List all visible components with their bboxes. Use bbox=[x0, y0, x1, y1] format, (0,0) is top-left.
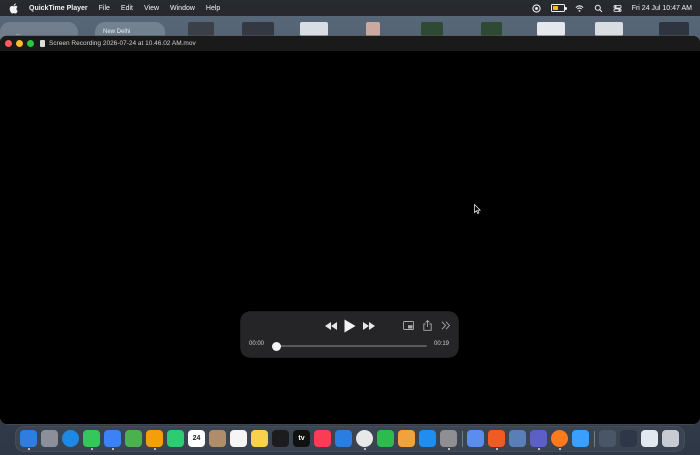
play-button[interactable] bbox=[344, 319, 356, 333]
menu-bar-status: Fri 24 Jul 10:47 AM bbox=[532, 0, 692, 16]
calendar-day-label: 24 bbox=[192, 435, 201, 442]
dock-messages-icon[interactable] bbox=[83, 430, 100, 447]
chevron-right-more-icon[interactable] bbox=[441, 321, 451, 330]
apple-menu-icon[interactable] bbox=[8, 2, 19, 14]
running-indicator-dot bbox=[90, 448, 93, 450]
quicktime-window: Screen Recording 2026-07-24 at 10.46.02 … bbox=[0, 36, 700, 424]
desktop-file-thumbnail[interactable] bbox=[242, 22, 274, 36]
dock-facetime-icon[interactable] bbox=[167, 430, 184, 447]
current-time: 00:00 bbox=[249, 341, 265, 347]
fast-forward-button[interactable] bbox=[363, 322, 375, 330]
dock-safari-icon[interactable] bbox=[62, 430, 79, 447]
dock-teams-icon[interactable] bbox=[530, 430, 547, 447]
dock-xcode-icon[interactable] bbox=[467, 430, 484, 447]
desktop-file-thumbnail[interactable] bbox=[300, 22, 328, 36]
share-icon[interactable] bbox=[423, 320, 432, 331]
mouse-cursor-icon bbox=[474, 204, 481, 214]
dock-numbers-icon[interactable] bbox=[377, 430, 394, 447]
focus-icon[interactable] bbox=[532, 3, 541, 13]
dock-gemini-icon[interactable] bbox=[509, 430, 526, 447]
running-indicator-dot bbox=[153, 448, 156, 450]
dock-separator bbox=[462, 431, 463, 447]
desktop-file-thumbnail[interactable] bbox=[595, 22, 623, 36]
picture-in-picture-icon[interactable] bbox=[403, 321, 414, 330]
menu-view[interactable]: View bbox=[144, 5, 159, 12]
dock-window-thumb-3-icon[interactable] bbox=[641, 430, 658, 447]
dock-firefox-icon[interactable] bbox=[551, 430, 568, 447]
dock-contacts-icon[interactable] bbox=[209, 430, 226, 447]
dock: 24 tv bbox=[16, 427, 684, 451]
desktop-file-thumbnail[interactable] bbox=[421, 22, 443, 36]
running-indicator-dot bbox=[537, 448, 540, 450]
dock-system-settings-icon[interactable] bbox=[440, 430, 457, 447]
menu-edit[interactable]: Edit bbox=[121, 5, 133, 12]
dock-window-thumb-2-icon[interactable] bbox=[620, 430, 637, 447]
dock-keynote-icon[interactable] bbox=[335, 430, 352, 447]
dock-maps-icon[interactable] bbox=[125, 430, 142, 447]
dock-photos-icon[interactable] bbox=[146, 430, 163, 447]
spotlight-search-icon[interactable] bbox=[594, 4, 603, 13]
dock-window-thumb-1-icon[interactable] bbox=[599, 430, 616, 447]
dock-apple-tv-icon[interactable]: tv bbox=[293, 430, 310, 447]
running-indicator-dot bbox=[558, 448, 561, 450]
dock-trash-icon[interactable] bbox=[662, 430, 679, 447]
dock-chrome-icon[interactable] bbox=[356, 430, 373, 447]
dock-quickq-icon[interactable] bbox=[572, 430, 589, 447]
dock-pages-icon[interactable] bbox=[398, 430, 415, 447]
fullscreen-window-button[interactable] bbox=[27, 40, 34, 47]
running-indicator-dot bbox=[447, 448, 450, 450]
duration-time: 00:19 bbox=[434, 341, 450, 347]
dock-brave-icon[interactable] bbox=[488, 430, 505, 447]
menu-bar-clock[interactable]: Fri 24 Jul 10:47 AM bbox=[632, 5, 692, 12]
document-icon[interactable] bbox=[40, 40, 45, 47]
menu-file[interactable]: File bbox=[99, 5, 110, 12]
menu-help[interactable]: Help bbox=[206, 5, 220, 12]
rewind-button[interactable] bbox=[325, 322, 337, 330]
dock-mail-icon[interactable] bbox=[104, 430, 121, 447]
running-indicator-dot bbox=[111, 448, 114, 450]
dock-music-icon[interactable] bbox=[314, 430, 331, 447]
dock-reminders-icon[interactable] bbox=[230, 430, 247, 447]
dock-separator bbox=[594, 431, 595, 447]
desktop-file-thumbnail[interactable] bbox=[188, 22, 214, 36]
dock-notes-icon[interactable] bbox=[251, 430, 268, 447]
close-window-button[interactable] bbox=[5, 40, 12, 47]
desktop-file-thumbnail[interactable] bbox=[366, 22, 380, 36]
running-indicator-dot bbox=[363, 448, 366, 450]
desktop-file-thumbnail[interactable] bbox=[481, 22, 502, 36]
window-title: Screen Recording 2026-07-24 at 10.46.02 … bbox=[49, 40, 196, 47]
menu-bar: QuickTime Player File Edit View Window H… bbox=[0, 0, 700, 16]
dock-stocks-icon[interactable] bbox=[272, 430, 289, 447]
scrubber-track[interactable] bbox=[277, 345, 427, 347]
dock-launchpad-icon[interactable] bbox=[41, 430, 58, 447]
minimize-window-button[interactable] bbox=[16, 40, 23, 47]
wifi-icon[interactable] bbox=[575, 4, 584, 13]
playback-controls: 00:00 00:19 bbox=[241, 312, 458, 357]
running-indicator-dot bbox=[27, 448, 30, 450]
scrubber-knob[interactable] bbox=[272, 341, 281, 351]
dock-calendar-icon[interactable]: 24 bbox=[188, 430, 205, 447]
running-indicator-dot bbox=[495, 448, 498, 450]
apple-tv-label: tv bbox=[298, 435, 305, 442]
battery-icon[interactable] bbox=[550, 4, 567, 12]
control-center-icon[interactable] bbox=[613, 4, 622, 13]
window-title-bar[interactable]: Screen Recording 2026-07-24 at 10.46.02 … bbox=[0, 36, 700, 51]
desktop-file-thumbnail[interactable] bbox=[659, 22, 689, 36]
menu-app-name[interactable]: QuickTime Player bbox=[29, 5, 88, 12]
video-area[interactable] bbox=[0, 51, 700, 424]
desktop-file-thumbnail[interactable] bbox=[537, 22, 565, 36]
dock-app-store-icon[interactable] bbox=[419, 430, 436, 447]
dock-finder-icon[interactable] bbox=[20, 430, 37, 447]
menu-window[interactable]: Window bbox=[170, 5, 195, 12]
